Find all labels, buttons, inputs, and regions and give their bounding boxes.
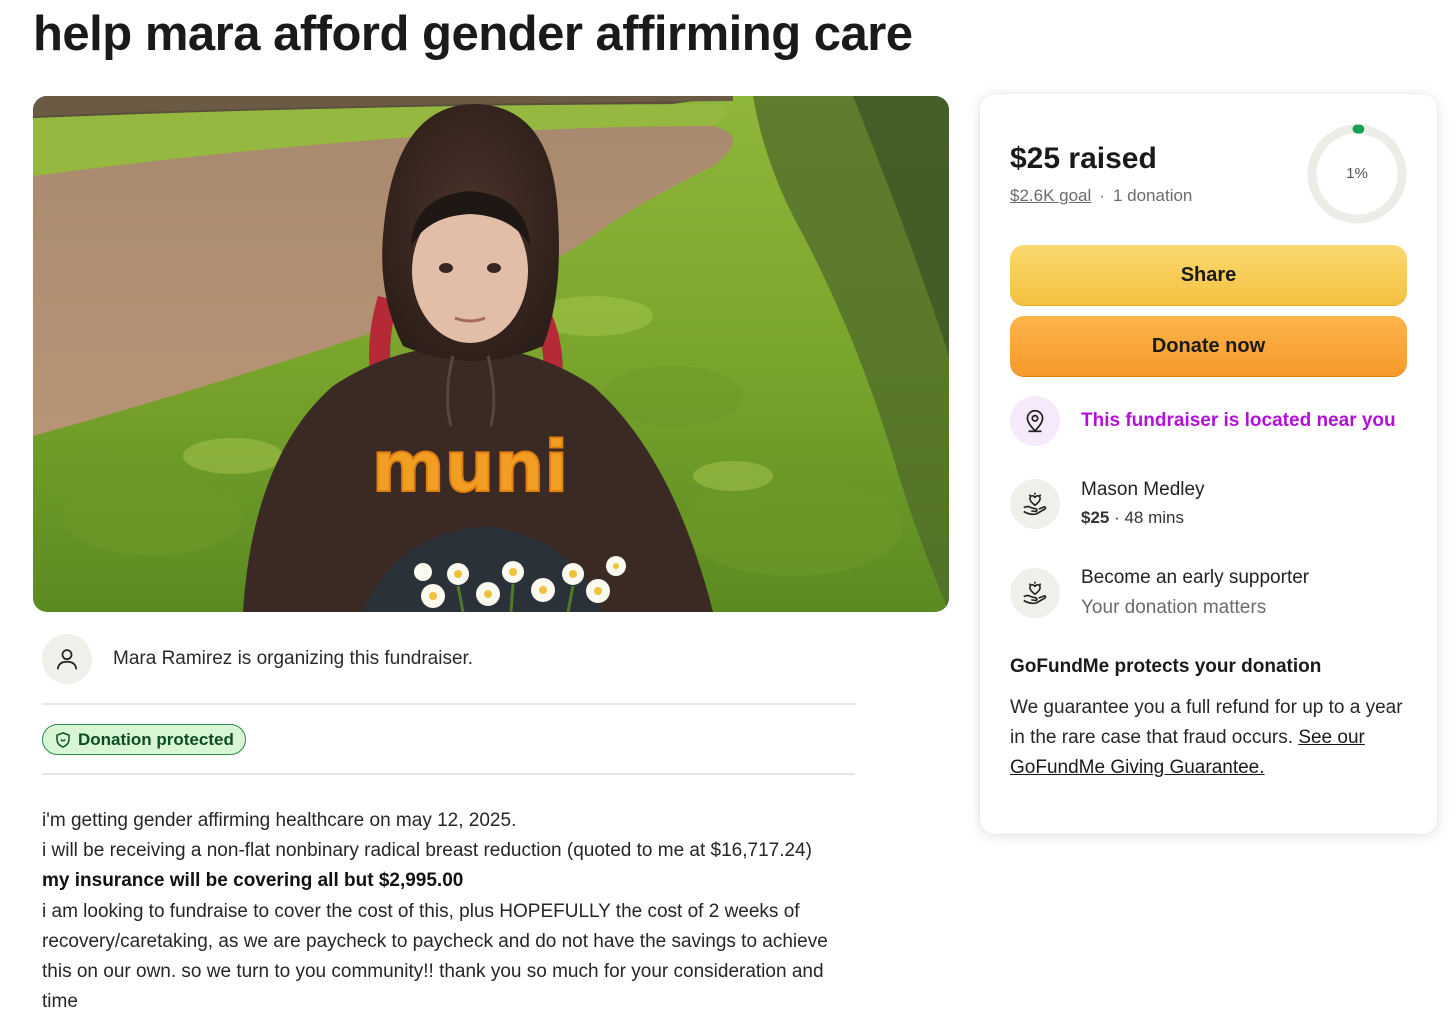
heart-hand-icon bbox=[1023, 492, 1047, 516]
early-icon-wrap bbox=[1010, 568, 1060, 618]
badge-label: Donation protected bbox=[78, 729, 234, 749]
share-button[interactable]: Share bbox=[1010, 245, 1407, 305]
location-pin-icon bbox=[1026, 409, 1044, 433]
near-you-text: This fundraiser is located near you bbox=[1081, 410, 1396, 431]
divider bbox=[42, 773, 855, 775]
page-title: help mara afford gender affirming care bbox=[33, 7, 913, 61]
story-paragraph: i'm getting gender affirming healthcare … bbox=[42, 810, 517, 831]
donor-info: Mason Medley $25 · 48 mins bbox=[1081, 476, 1205, 532]
recent-donation: Mason Medley $25 · 48 mins bbox=[1010, 476, 1410, 532]
donor-time: · 48 mins bbox=[1109, 508, 1185, 527]
hero-photo-illustration: muni bbox=[33, 96, 949, 612]
amount-raised: $25 raised bbox=[1010, 142, 1157, 175]
shield-icon bbox=[56, 731, 70, 748]
sweatshirt-logo: muni bbox=[372, 426, 569, 508]
story-paragraph: i will be receiving a non-flat nonbinary… bbox=[42, 840, 812, 862]
donation-count: 1 donation bbox=[1112, 186, 1193, 205]
organizer-row: Mara Ramirez is organizing this fundrais… bbox=[42, 634, 855, 684]
early-supporter-subtitle: Your donation matters bbox=[1081, 597, 1267, 618]
early-supporter: Become an early supporter Your donation … bbox=[1010, 563, 1410, 623]
donor-amount: $25 bbox=[1081, 508, 1110, 527]
location-icon-wrap bbox=[1010, 396, 1060, 446]
progress-ring: 1% bbox=[1305, 122, 1409, 226]
heart-hand-icon bbox=[1023, 581, 1047, 605]
donate-now-button[interactable]: Donate now bbox=[1010, 316, 1407, 376]
organizer-text: Mara Ramirez is organizing this fundrais… bbox=[113, 648, 474, 669]
story-paragraph-bold: my insurance will be covering all but $2… bbox=[42, 870, 464, 892]
donation-protected-badge[interactable]: Donation protected bbox=[42, 724, 246, 755]
progress-percent: 1% bbox=[1346, 165, 1368, 182]
hero-photo: muni bbox=[33, 96, 949, 612]
protection-title: GoFundMe protects your donation bbox=[1010, 656, 1322, 677]
separator-dot: · bbox=[1099, 186, 1105, 205]
located-near-you: This fundraiser is located near you bbox=[1010, 396, 1410, 446]
donor-meta: $25 · 48 mins bbox=[1081, 504, 1205, 532]
goal-line: $2.6K goal · 1 donation bbox=[1010, 186, 1192, 206]
early-supporter-text: Become an early supporter Your donation … bbox=[1081, 563, 1309, 623]
organizer-avatar[interactable] bbox=[42, 634, 92, 684]
donor-name: Mason Medley bbox=[1081, 479, 1205, 500]
goal-link[interactable]: $2.6K goal bbox=[1010, 186, 1091, 205]
divider bbox=[42, 703, 855, 705]
donation-card: $25 raised $2.6K goal · 1 donation 1% Shar… bbox=[980, 94, 1437, 834]
person-icon bbox=[56, 649, 78, 670]
story-paragraph: i am looking to fundraise to cover the c… bbox=[42, 900, 828, 1013]
fundraiser-story: i'm getting gender affirming healthcare … bbox=[42, 806, 862, 1017]
early-supporter-title: Become an early supporter bbox=[1081, 567, 1310, 588]
donation-icon-wrap bbox=[1010, 479, 1060, 529]
protection-body: We guarantee you a full refund for up to… bbox=[1010, 693, 1405, 783]
